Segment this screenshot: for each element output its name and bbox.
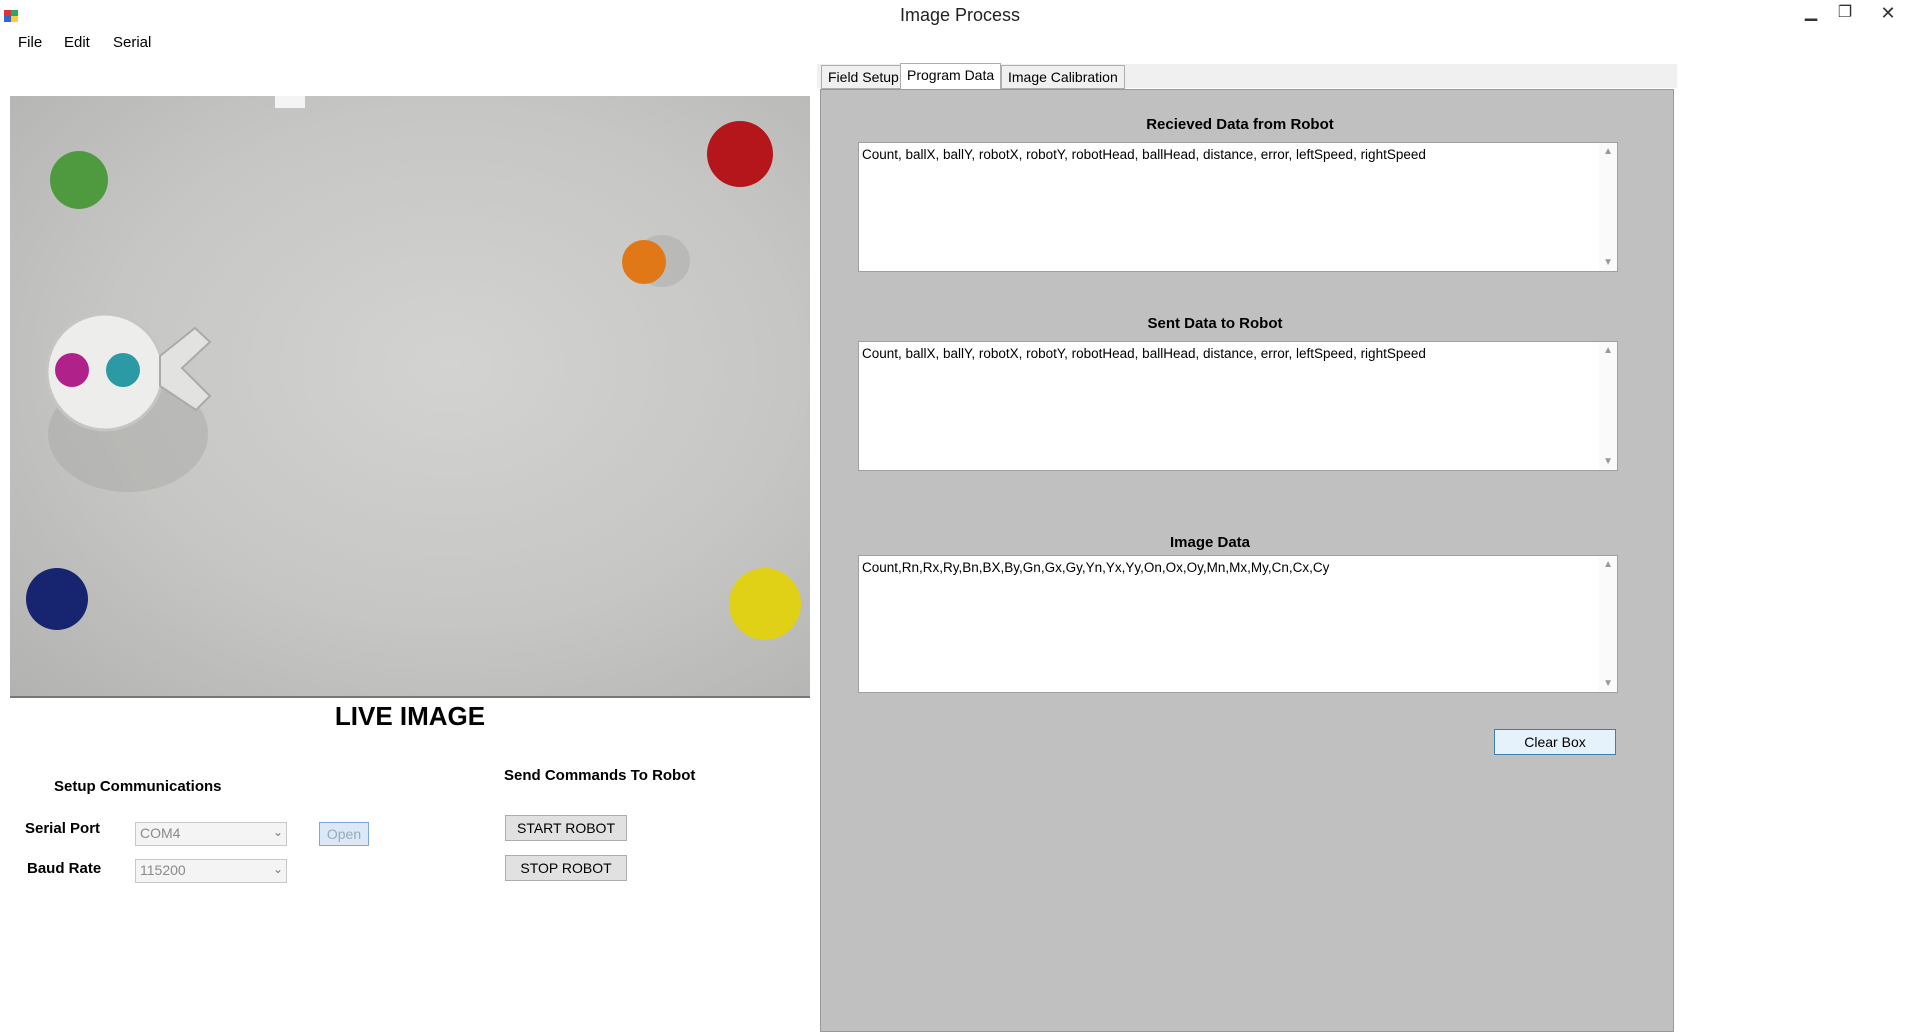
baud-rate-label: Baud Rate — [27, 860, 102, 877]
scroll-down-icon[interactable]: ▼ — [1603, 678, 1613, 689]
scrollbar[interactable] — [1599, 143, 1617, 271]
chevron-down-icon[interactable]: ⌄ — [273, 825, 283, 839]
setup-communications-title: Setup Communications — [54, 778, 222, 795]
sent-data-textbox[interactable]: Count, ballX, ballY, robotX, robotY, rob… — [858, 341, 1618, 471]
sent-data-text: Count, ballX, ballY, robotX, robotY, rob… — [862, 346, 1426, 361]
open-port-button[interactable]: Open — [319, 822, 369, 846]
image-data-textbox[interactable]: Count,Rn,Rx,Ry,Bn,BX,By,Gn,Gx,Gy,Yn,Yx,Y… — [858, 555, 1618, 693]
cyan-marker — [106, 353, 140, 387]
serial-port-label: Serial Port — [25, 820, 101, 837]
tab-program-data[interactable]: Program Data — [900, 63, 1002, 89]
scroll-down-icon[interactable]: ▼ — [1603, 257, 1613, 268]
image-data-text: Count,Rn,Rx,Ry,Bn,BX,By,Gn,Gx,Gy,Yn,Yx,Y… — [862, 560, 1330, 575]
serial-port-select[interactable]: COM4 ⌄ — [135, 822, 287, 846]
scroll-up-icon[interactable]: ▲ — [1603, 345, 1613, 356]
magenta-marker — [55, 353, 89, 387]
send-commands-title: Send Commands To Robot — [504, 767, 696, 784]
scrollbar[interactable] — [1599, 556, 1617, 692]
camera-scene — [26, 96, 801, 640]
stop-robot-button[interactable]: STOP ROBOT — [505, 855, 627, 881]
scroll-up-icon[interactable]: ▲ — [1603, 559, 1613, 570]
chevron-down-icon[interactable]: ⌄ — [273, 862, 283, 876]
sent-data-title: Sent Data to Robot — [1147, 315, 1283, 332]
menu-edit[interactable]: Edit — [64, 34, 90, 51]
live-camera-image — [10, 96, 810, 698]
serial-port-value: COM4 — [140, 825, 181, 841]
start-robot-button[interactable]: START ROBOT — [505, 815, 627, 841]
tab-field-setup[interactable]: Field Setup — [821, 65, 906, 89]
received-data-title: Recieved Data from Robot — [1146, 116, 1334, 133]
baud-rate-value: 115200 — [140, 862, 186, 878]
tab-image-calibration[interactable]: Image Calibration — [1001, 65, 1125, 89]
light-reflection — [275, 96, 305, 108]
green-marker — [50, 151, 108, 209]
clear-box-button[interactable]: Clear Box — [1494, 729, 1616, 755]
baud-rate-select[interactable]: 115200 ⌄ — [135, 859, 287, 883]
live-image-caption: LIVE IMAGE — [334, 701, 486, 731]
red-marker — [707, 121, 773, 187]
received-data-textbox[interactable]: Count, ballX, ballY, robotX, robotY, rob… — [858, 142, 1618, 272]
menu-file[interactable]: File — [18, 34, 42, 51]
blue-marker — [26, 568, 88, 630]
close-button[interactable]: ✕ — [1862, 0, 1914, 26]
window-title: Image Process — [899, 5, 1021, 25]
menu-bar — [0, 30, 1920, 56]
received-data-text: Count, ballX, ballY, robotX, robotY, rob… — [862, 147, 1426, 162]
image-data-title: Image Data — [1169, 534, 1251, 551]
menu-serial[interactable]: Serial — [113, 34, 151, 51]
scrollbar[interactable] — [1599, 342, 1617, 470]
yellow-marker — [729, 568, 801, 640]
scroll-down-icon[interactable]: ▼ — [1603, 456, 1613, 467]
orange-ball — [622, 240, 666, 284]
scroll-up-icon[interactable]: ▲ — [1603, 146, 1613, 157]
